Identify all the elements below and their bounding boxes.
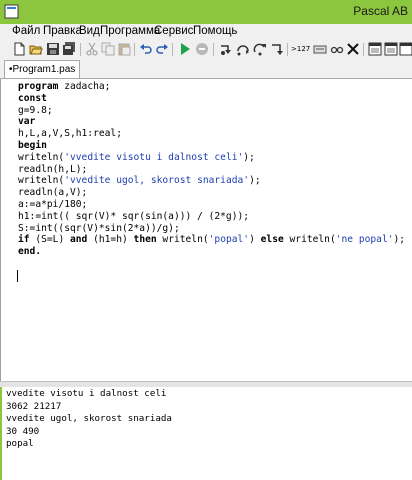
- menu-help[interactable]: Помощь: [193, 25, 237, 37]
- output-line: vvedite visotu i dalnost celi: [6, 388, 167, 399]
- step-over-icon[interactable]: [236, 42, 250, 56]
- code-token: a:=a*pi/180;: [18, 198, 88, 210]
- menu-program[interactable]: Программа: [100, 25, 160, 37]
- paste-icon[interactable]: [117, 42, 131, 56]
- copy-icon[interactable]: [101, 42, 115, 56]
- code-line: g=9.8;: [18, 105, 405, 117]
- code-token: );: [243, 151, 255, 163]
- toolbar-separator: [213, 43, 214, 56]
- code-keyword: then: [133, 234, 157, 246]
- run-to-cursor-icon[interactable]: [270, 42, 284, 56]
- tab-strip: •Program1.pas: [0, 58, 412, 79]
- code-keyword: if: [18, 234, 30, 246]
- code-token: (h1=h): [87, 234, 134, 246]
- app-icon: [4, 4, 19, 19]
- window2-icon[interactable]: [384, 42, 398, 56]
- code-token: g=9.8;: [18, 104, 53, 116]
- code-token: readln(h,L);: [18, 163, 88, 175]
- code-token: readln(a,V);: [18, 187, 88, 199]
- output-panel[interactable]: vvedite visotu i dalnost celi 3062 21217 v…: [0, 387, 412, 480]
- window3-icon[interactable]: [399, 42, 412, 56]
- code-line: readln(h,L);: [18, 164, 405, 176]
- code-line: var: [18, 116, 405, 128]
- code-line: readln(a,V);: [18, 187, 405, 199]
- redo-icon[interactable]: [155, 42, 169, 56]
- code-line: const: [18, 93, 405, 105]
- close-icon[interactable]: [346, 42, 360, 56]
- code-token: h1:=int(( sqr(V)* sqr(sin(a))) / (2*g));: [18, 210, 250, 222]
- watch-icon[interactable]: >127: [291, 42, 310, 56]
- code-token: S:=int((sqr(V)*sin(2*a))/g);: [18, 222, 180, 234]
- output-line: 30 490: [6, 425, 40, 437]
- toolbar-separator: [363, 43, 364, 56]
- code-token: ): [249, 234, 261, 246]
- code-keyword: end.: [18, 246, 42, 258]
- title-bar: Pascal AB: [0, 0, 412, 24]
- toolbar-separator: [287, 43, 288, 56]
- code-token: writeln(: [18, 175, 65, 187]
- menu-bar: Файл Правка Вид Программа Сервис Помощь: [0, 24, 412, 41]
- code-token: writeln(: [283, 234, 336, 246]
- code-editor[interactable]: program zadacha; const g=9.8; var h,L,a,V,S,…: [0, 79, 412, 381]
- code-keyword: and: [70, 234, 88, 246]
- menu-service[interactable]: Сервис: [154, 25, 193, 37]
- code-line: h1:=int(( sqr(V)* sqr(sin(a))) / (2*g));: [18, 211, 405, 223]
- code-token: zadacha;: [58, 81, 111, 92]
- code-token: writeln(: [18, 151, 65, 163]
- code-token: (S=L): [29, 234, 70, 246]
- text-caret: [17, 270, 18, 282]
- code-keyword: else: [260, 234, 284, 246]
- code-keyword: const: [18, 92, 47, 104]
- window-icon[interactable]: [368, 42, 382, 56]
- code-token: writeln(: [156, 234, 209, 246]
- output-line: popal: [6, 438, 34, 449]
- code-token: );: [393, 234, 406, 246]
- code-line: h,L,a,V,S,h1:real;: [18, 128, 405, 140]
- menu-view[interactable]: Вид: [79, 25, 100, 37]
- window-title: Pascal AB: [353, 4, 408, 18]
- code-line: S:=int((sqr(V)*sin(2*a))/g);: [18, 223, 405, 235]
- output-text: vvedite visotu i dalnost celi 3062 21217 v…: [6, 388, 172, 451]
- menu-file[interactable]: Файл: [12, 25, 40, 37]
- step-out-icon[interactable]: [253, 42, 267, 56]
- menu-edit[interactable]: Правка: [43, 25, 82, 37]
- code-line: writeln('vvedite visotu i dalnost celi')…: [18, 152, 405, 164]
- toolbar-separator: [80, 43, 81, 56]
- code-string: 'vvedite ugol, skorost snariada': [64, 175, 250, 187]
- code-keyword: begin: [18, 139, 47, 151]
- new-file-icon[interactable]: [12, 42, 26, 56]
- code-string: 'vvedite visotu i dalnost celi': [64, 151, 244, 163]
- code-line: a:=a*pi/180;: [18, 199, 405, 211]
- glasses-icon[interactable]: [330, 42, 344, 56]
- output-line: 3062 21217: [6, 400, 62, 412]
- run-icon[interactable]: [178, 42, 192, 56]
- open-folder-icon[interactable]: [29, 42, 43, 56]
- code-string: 'popal': [208, 234, 250, 246]
- code-keyword: program: [18, 81, 59, 92]
- code-line: writeln('vvedite ugol, skorost snariada'…: [18, 175, 405, 187]
- code-token: h,L,a,V,S,h1:real;: [18, 128, 122, 140]
- save-all-icon[interactable]: [62, 42, 76, 56]
- output-line: vvedite ugol, skorost snariada: [6, 413, 172, 424]
- undo-icon[interactable]: [139, 42, 153, 56]
- tab-program1[interactable]: •Program1.pas: [4, 60, 81, 78]
- toolbar-separator: [134, 43, 135, 56]
- code-string: 'ne popal': [335, 234, 394, 246]
- cut-icon[interactable]: [85, 42, 99, 56]
- stop-icon[interactable]: [195, 42, 209, 56]
- code-line: end.: [18, 246, 405, 258]
- toolbar: >127: [0, 41, 412, 59]
- save-icon[interactable]: [46, 42, 60, 56]
- eye-icon[interactable]: [313, 42, 327, 56]
- code-line: if (S=L) and (h1=h) then writeln('popal'…: [18, 234, 405, 246]
- code-line: program zadacha;: [18, 81, 405, 93]
- code-keyword: var: [18, 116, 36, 128]
- code-content: program zadacha; const g=9.8; var h,L,a,V,S,…: [18, 81, 405, 258]
- step-into-icon[interactable]: [219, 42, 233, 56]
- toolbar-separator: [172, 43, 173, 56]
- code-token: );: [249, 175, 261, 187]
- code-line: begin: [18, 140, 405, 152]
